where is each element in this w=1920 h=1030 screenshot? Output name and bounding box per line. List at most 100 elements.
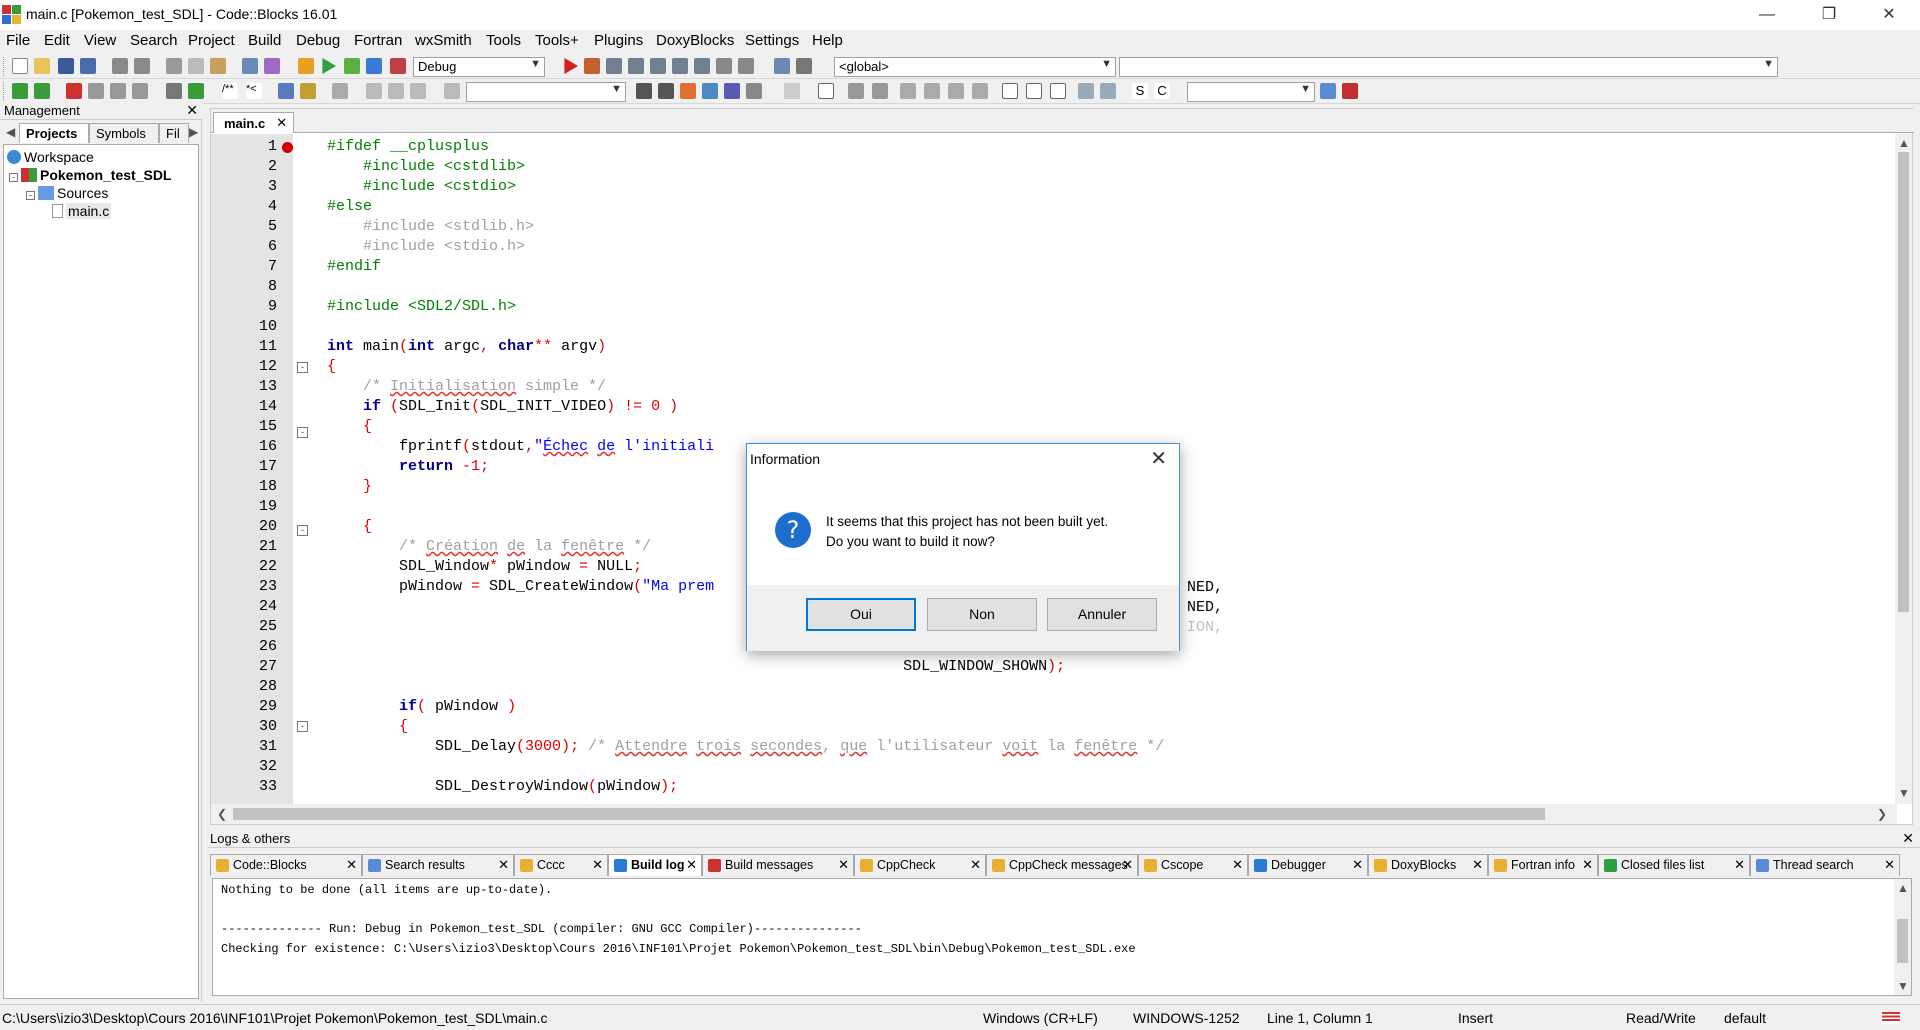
menu-wxsmith[interactable]: wxSmith bbox=[415, 32, 472, 49]
tab-scroll-right-icon[interactable]: ▶ bbox=[189, 125, 198, 139]
tab-scroll-left-icon[interactable]: ◀ bbox=[6, 125, 15, 139]
fold-toggle-icon[interactable]: - bbox=[297, 362, 308, 373]
tools-icon[interactable] bbox=[332, 83, 348, 99]
rebuild-icon[interactable] bbox=[366, 58, 382, 74]
vertical-scroll-thumb[interactable] bbox=[1898, 152, 1909, 612]
undo-icon[interactable] bbox=[112, 58, 128, 74]
close-tab-icon[interactable]: ✕ bbox=[1352, 857, 1363, 873]
forward-arrow-icon[interactable] bbox=[34, 83, 50, 99]
selected-text-icon[interactable] bbox=[702, 83, 718, 99]
fold-toggle-icon[interactable]: - bbox=[297, 525, 308, 536]
collapse-icon[interactable]: - bbox=[9, 173, 18, 182]
menu-help[interactable]: Help bbox=[812, 32, 843, 49]
close-tab-icon[interactable]: ✕ bbox=[1472, 857, 1483, 873]
zoom-out-icon[interactable] bbox=[1100, 83, 1116, 99]
copy-icon[interactable] bbox=[188, 58, 204, 74]
comment-icon[interactable]: /** bbox=[222, 83, 238, 99]
breakpoint-marker-icon[interactable] bbox=[282, 142, 293, 153]
save-all-icon[interactable] bbox=[80, 58, 96, 74]
replace-icon[interactable] bbox=[264, 58, 280, 74]
build-target-select[interactable]: Debug ▼ bbox=[413, 57, 545, 77]
log-tab-closed-files-list[interactable]: Closed files list ✕ bbox=[1598, 854, 1750, 876]
regex-toggle-icon[interactable] bbox=[746, 83, 762, 99]
log-tab-cscope[interactable]: Cscope ✕ bbox=[1138, 854, 1248, 876]
step-instruction-icon[interactable] bbox=[694, 58, 710, 74]
tree-file-main[interactable]: main.c bbox=[52, 203, 112, 219]
log-tab-search-results[interactable]: Search results ✕ bbox=[362, 854, 514, 876]
frame-icon[interactable] bbox=[818, 83, 834, 99]
doxy-extract-icon[interactable] bbox=[300, 83, 316, 99]
close-tab-icon[interactable]: ✕ bbox=[1734, 857, 1745, 873]
image-icon[interactable] bbox=[872, 83, 888, 99]
tab-symbols[interactable]: Symbols bbox=[89, 123, 159, 143]
source-s-icon[interactable]: S bbox=[1132, 83, 1148, 99]
next-line-icon[interactable] bbox=[606, 58, 622, 74]
doxywizard-icon[interactable] bbox=[278, 83, 294, 99]
debug-start-icon[interactable] bbox=[564, 58, 578, 74]
log-tab-fortran-info[interactable]: Fortran info ✕ bbox=[1488, 854, 1598, 876]
close-tab-icon[interactable]: ✕ bbox=[1582, 857, 1593, 873]
menu-edit[interactable]: Edit bbox=[44, 32, 70, 49]
close-icon[interactable]: ✕ bbox=[1902, 830, 1914, 847]
log-tab-cccc[interactable]: Cccc ✕ bbox=[514, 854, 608, 876]
close-tab-icon[interactable]: ✕ bbox=[1122, 857, 1133, 873]
fold-toggle-icon[interactable]: - bbox=[297, 721, 308, 732]
close-window-button[interactable]: ✕ bbox=[1866, 0, 1912, 30]
collapse-icon[interactable]: - bbox=[26, 191, 35, 200]
close-tab-icon[interactable]: ✕ bbox=[970, 857, 981, 873]
menu-file[interactable]: File bbox=[6, 32, 30, 49]
tree-workspace[interactable]: Workspace bbox=[7, 149, 94, 165]
debug-info-icon[interactable] bbox=[796, 58, 812, 74]
function-select[interactable]: ▼ bbox=[1119, 57, 1778, 77]
log-scrollbar[interactable]: ▲ ▼ bbox=[1894, 879, 1911, 995]
scope-select[interactable]: <global> ▼ bbox=[834, 57, 1116, 77]
menu-doxyblocks[interactable]: DoxyBlocks bbox=[656, 32, 734, 49]
close-icon[interactable]: ✕ bbox=[1150, 446, 1167, 471]
menu-plugins[interactable]: Plugins bbox=[594, 32, 643, 49]
search-symbol-icon[interactable] bbox=[1320, 83, 1336, 99]
scroll-left-icon[interactable]: ❮ bbox=[217, 807, 227, 821]
scroll-down-icon[interactable]: ▼ bbox=[1897, 979, 1909, 993]
close-tab-icon[interactable]: ✕ bbox=[686, 857, 697, 873]
bookmark-toggle-icon[interactable] bbox=[66, 83, 82, 99]
log-tab-build-log[interactable]: Build log ✕ bbox=[608, 854, 702, 876]
horizontal-scroll-thumb[interactable] bbox=[233, 808, 1545, 820]
menu-view[interactable]: View bbox=[84, 32, 116, 49]
bookmark-clear-icon[interactable] bbox=[132, 83, 148, 99]
abort-icon[interactable] bbox=[390, 58, 406, 74]
tree-folder-sources[interactable]: - Sources bbox=[26, 185, 108, 201]
step-into-icon[interactable] bbox=[628, 58, 644, 74]
minimize-button[interactable]: — bbox=[1744, 0, 1790, 30]
yes-button[interactable]: Oui bbox=[806, 598, 916, 631]
menu-settings[interactable]: Settings bbox=[745, 32, 799, 49]
editor-tab-main[interactable]: main.c ✕ bbox=[213, 112, 295, 133]
close-tab-icon[interactable]: ✕ bbox=[838, 857, 849, 873]
log-tab-debugger[interactable]: Debugger ✕ bbox=[1248, 854, 1368, 876]
redo-icon[interactable] bbox=[134, 58, 150, 74]
select-icon[interactable] bbox=[784, 83, 800, 99]
zoom-in-icon[interactable] bbox=[1078, 83, 1094, 99]
scroll-up-icon[interactable]: ▲ bbox=[1898, 136, 1910, 150]
cut-icon[interactable] bbox=[166, 58, 182, 74]
fold-toggle-icon[interactable]: - bbox=[297, 427, 308, 438]
log-tab-thread-search[interactable]: Thread search ✕ bbox=[1750, 854, 1900, 876]
horizontal-scrollbar[interactable]: ❮ ❯ bbox=[211, 804, 1897, 824]
source-c-icon[interactable]: C bbox=[1154, 83, 1170, 99]
find-icon[interactable] bbox=[242, 58, 258, 74]
log-tab-code-blocks[interactable]: Code::Blocks ✕ bbox=[210, 854, 362, 876]
stop-debug-icon[interactable] bbox=[738, 58, 754, 74]
next-result-icon[interactable] bbox=[658, 83, 674, 99]
widget-icon-1[interactable] bbox=[1002, 83, 1018, 99]
maximize-button[interactable]: ❐ bbox=[1806, 0, 1852, 30]
bookmark-next-icon[interactable] bbox=[110, 83, 126, 99]
menu-fortran[interactable]: Fortran bbox=[354, 32, 402, 49]
vertical-scrollbar[interactable]: ▲ ▼ bbox=[1895, 134, 1912, 804]
layout-icon-4[interactable] bbox=[972, 83, 988, 99]
back-arrow-icon[interactable] bbox=[12, 83, 28, 99]
run-to-cursor-icon[interactable] bbox=[584, 58, 600, 74]
close-tab-icon[interactable]: ✕ bbox=[498, 857, 509, 873]
search-options-icon[interactable] bbox=[1342, 83, 1358, 99]
panel-icon[interactable] bbox=[848, 83, 864, 99]
menu-tools[interactable]: Tools bbox=[486, 32, 521, 49]
widget-icon-3[interactable] bbox=[1050, 83, 1066, 99]
